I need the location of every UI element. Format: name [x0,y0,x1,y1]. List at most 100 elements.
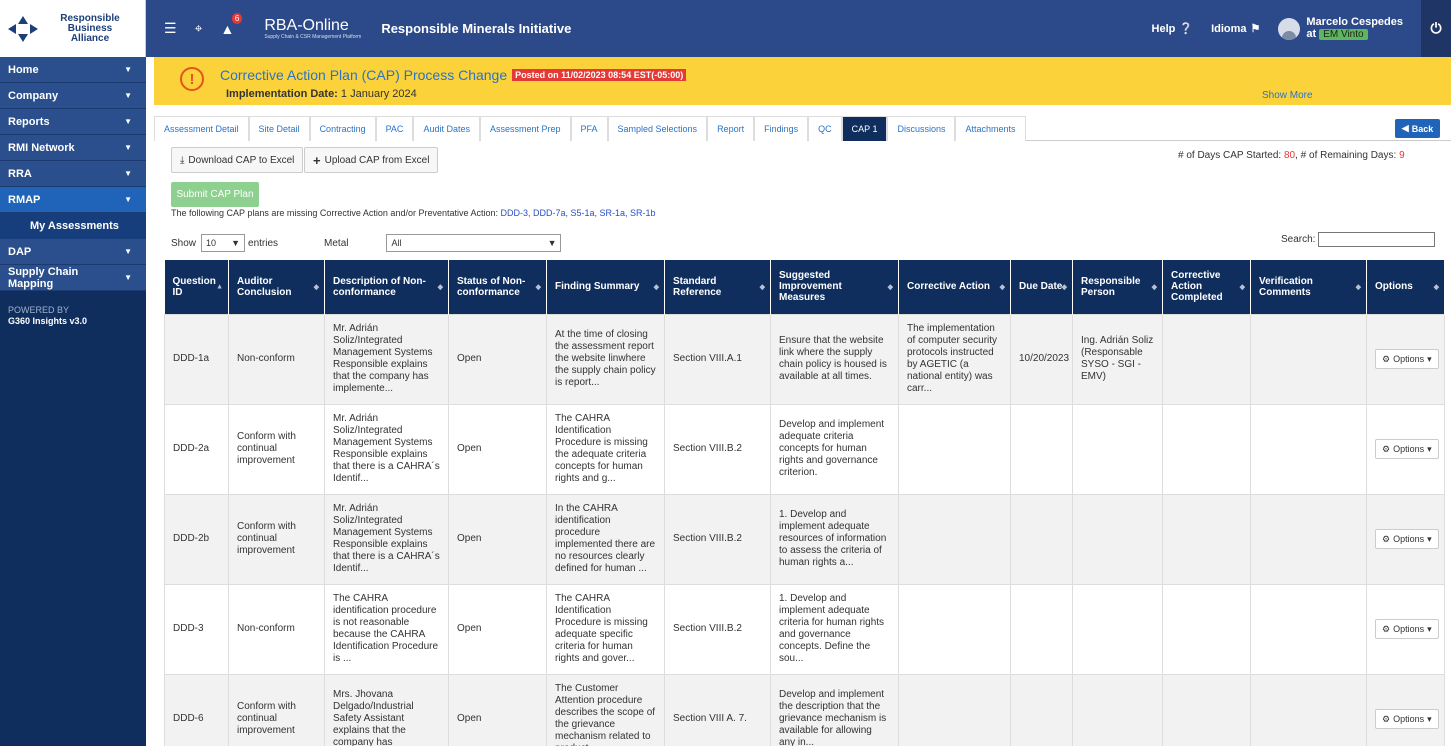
cell-person [1072,493,1163,585]
table-row: DDD-2a Conform with continual improvemen… [164,403,1445,495]
tab-audit-dates[interactable]: Audit Dates [413,116,480,141]
sidebar-item-rra[interactable]: RRA ▼ [0,161,146,187]
sidebar: Home ▼ Company ▼ Reports ▼ RMI Network ▼ RRA… [0,57,146,746]
col-action-completed[interactable]: Corrective Action Completed ◆ [1162,260,1251,314]
tab-pac[interactable]: PAC [375,116,414,141]
tab-report[interactable]: Report [707,116,755,141]
sort-icon: ◆ [535,283,541,291]
sidebar-item-my-assessments[interactable]: My Assessments [0,213,146,239]
tab-discussions[interactable]: Discussions [887,116,956,141]
sort-icon: ◆ [887,283,893,291]
missing-cap-links[interactable]: DDD-3, DDD-7a, S5-1a, SR-1a, SR-1b [501,208,656,218]
sidebar-item-company[interactable]: Company ▼ [0,83,146,109]
back-button[interactable]: ◀ Back [1395,119,1440,138]
notification-count: 6 [231,12,243,24]
sidebar-item-reports[interactable]: Reports ▼ [0,109,146,135]
gear-icon: ⚙ [1382,624,1391,634]
tab-findings[interactable]: Findings [754,116,809,141]
cell-conclusion: Conform with continual improvement [228,673,325,746]
cell-completed [1162,313,1251,405]
submit-cap-button[interactable]: Submit CAP Plan [171,182,259,207]
user-info[interactable]: Marcelo Cespedes at EM Vinto [1306,16,1403,41]
tab-cap-1[interactable]: CAP 1 [841,116,888,141]
tab-contracting[interactable]: Contracting [309,116,376,141]
options-button[interactable]: ⚙ Options ▾ [1375,439,1439,459]
caret-down-icon: ▾ [1427,354,1432,364]
col-verification-comments[interactable]: Verification Comments ◆ [1250,260,1367,314]
notification-bell-icon[interactable]: ▲ 6 [220,12,243,37]
rba-logo[interactable]: Responsible Business Alliance [0,0,146,57]
sidebar-item-rmi-network[interactable]: RMI Network ▼ [0,135,146,161]
cell-options: ⚙ Options ▾ [1366,583,1445,675]
cell-status: Open [448,313,547,405]
table-row: DDD-6 Conform with continual improvement… [164,673,1445,746]
options-button[interactable]: ⚙ Options ▾ [1375,709,1439,729]
show-more-link[interactable]: Show More [1262,90,1313,101]
help-link[interactable]: Help ❔ [1152,22,1194,36]
upload-cap-button[interactable]: + Upload CAP from Excel [304,147,439,173]
col-status[interactable]: Status of Non-conformance ◆ [448,260,547,314]
cell-summary: The Customer Attention procedure describ… [546,673,665,746]
warning-icon: ! [180,67,204,91]
col-responsible-person[interactable]: Responsible Person ◆ [1072,260,1163,314]
cell-reference: Section VIII.B.2 [664,403,771,495]
implementation-date: Implementation Date: 1 January 2024 [226,88,417,100]
options-button[interactable]: ⚙ Options ▾ [1375,349,1439,369]
menu-icon[interactable]: ☰ [164,20,177,37]
tab-attachments[interactable]: Attachments [955,116,1026,141]
language-menu[interactable]: Idioma ⚑ [1211,22,1261,36]
gear-icon: ⚙ [1382,354,1391,364]
org-badge: EM Vinto [1319,29,1368,40]
tab-sampled-selections[interactable]: Sampled Selections [607,116,708,141]
tab-assessment-prep[interactable]: Assessment Prep [479,116,571,141]
cell-summary: The CAHRA Identification Procedure is mi… [546,583,665,675]
col-standard-reference[interactable]: Standard Reference ◆ [664,260,771,314]
cell-person: Ing. Adrián Soliz (Responsable SYSO - SG… [1072,313,1163,405]
expand-icon[interactable]: ⌖ [195,20,203,37]
chevron-down-icon: ▼ [124,143,132,152]
tab-site-detail[interactable]: Site Detail [248,116,310,141]
col-corrective-action[interactable]: Corrective Action ◆ [898,260,1011,314]
col-options[interactable]: Options ◆ [1366,260,1445,314]
cell-measures: Develop and implement adequate criteria … [770,403,899,495]
sidebar-item-supply-chain-mapping[interactable]: Supply Chain Mapping ▼ [0,265,146,291]
rba-online-logo[interactable]: RBA-Online Supply Chain & CSR Management… [264,17,361,40]
tab-qc[interactable]: QC [808,116,842,141]
options-button[interactable]: ⚙ Options ▾ [1375,619,1439,639]
cell-completed [1162,583,1251,675]
metal-select[interactable]: All ▼ [386,234,562,252]
cell-description: Mr. Adrián Soliz/Integrated Management S… [324,403,449,495]
avatar[interactable] [1278,17,1301,40]
sidebar-item-rmap[interactable]: RMAP ▼ [0,187,146,213]
sort-icon: ◆ [1061,283,1067,291]
flag-icon: ⚑ [1250,23,1261,35]
logout-icon[interactable]: ⏻ [1421,0,1451,57]
sidebar-item-dap[interactable]: DAP ▼ [0,239,146,265]
sort-icon: ◆ [1239,283,1245,291]
cell-verification [1250,403,1367,495]
col-suggested-measures[interactable]: Suggested Improvement Measures ◆ [770,260,899,314]
col-description[interactable]: Description of Non-conformance ◆ [324,260,449,314]
col-due-date[interactable]: Due Date ◆ [1010,260,1073,314]
cell-due-date [1010,673,1073,746]
cell-summary: In the CAHRA identification procedure im… [546,493,665,585]
col-finding-summary[interactable]: Finding Summary ◆ [546,260,665,314]
options-button[interactable]: ⚙ Options ▾ [1375,529,1439,549]
col-auditor-conclusion[interactable]: Auditor Conclusion ◆ [228,260,325,314]
caret-down-icon: ▾ [1427,624,1432,634]
tab-assessment-detail[interactable]: Assessment Detail [154,116,249,141]
tab-pfa[interactable]: PFA [570,116,608,141]
app-title: Responsible Minerals Initiative [381,21,572,36]
sidebar-item-home[interactable]: Home ▼ [0,57,146,83]
caret-down-icon: ▾ [1427,714,1432,724]
col-question-id[interactable]: Question ID ▲ [164,260,229,314]
sort-icon: ◆ [1355,283,1361,291]
sort-icon: ▲ [216,283,223,291]
chevron-down-icon: ▼ [231,238,241,248]
cell-options: ⚙ Options ▾ [1366,403,1445,495]
download-cap-button[interactable]: ⤓ Download CAP to Excel [171,147,304,173]
entries-select[interactable]: 10 ▼ [201,234,246,252]
sort-icon: ◆ [653,283,659,291]
search-input[interactable] [1318,232,1436,247]
cell-due-date [1010,493,1073,585]
